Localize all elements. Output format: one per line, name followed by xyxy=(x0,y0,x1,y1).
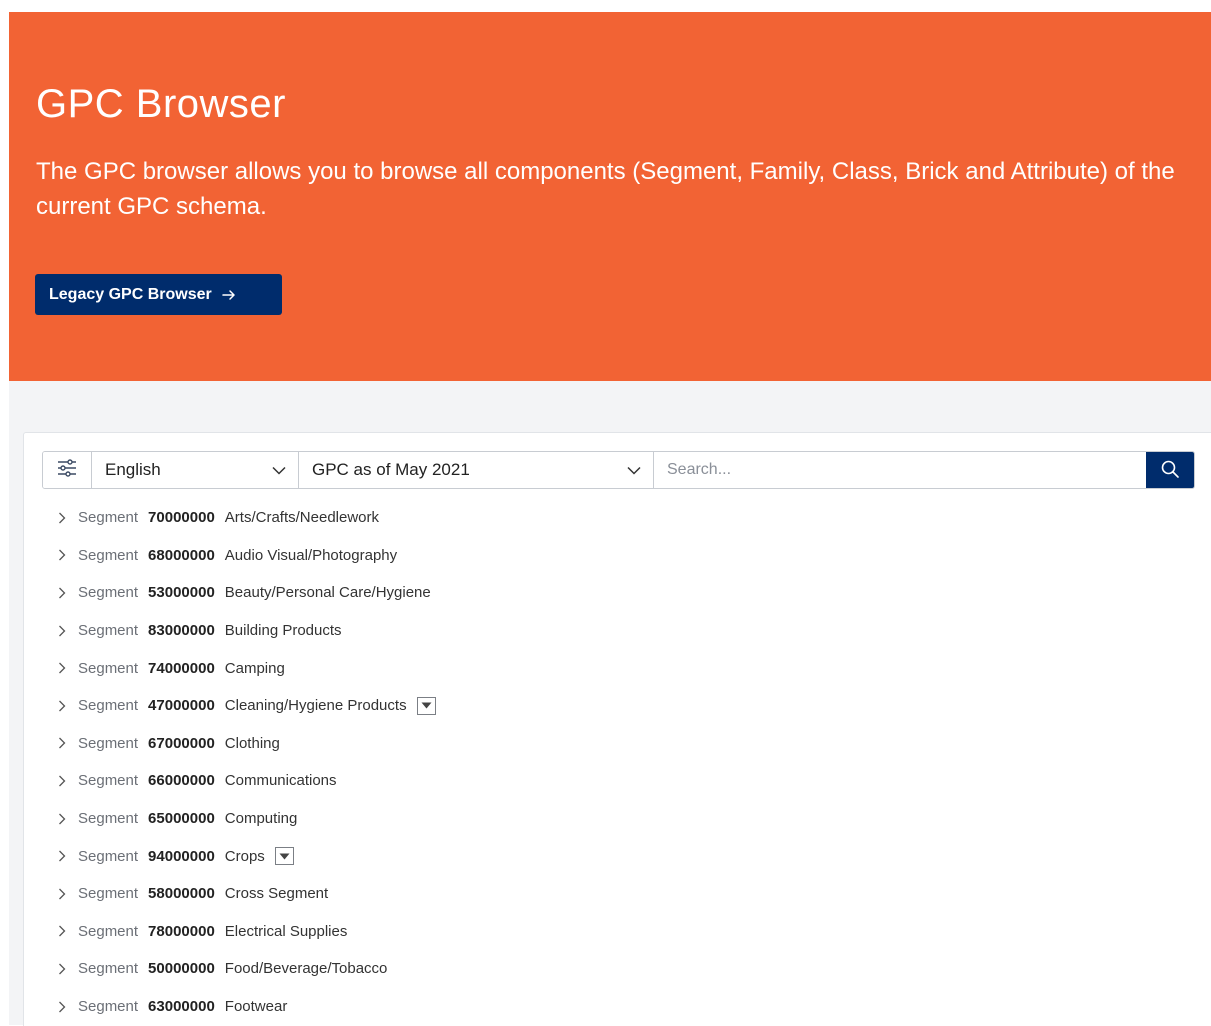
dropdown-toggle-icon[interactable] xyxy=(416,696,436,715)
segment-code: 83000000 xyxy=(148,622,215,640)
search-icon xyxy=(1160,459,1180,482)
segment-row[interactable]: Segment 78000000 Electrical Supplies xyxy=(58,913,436,951)
filter-button[interactable] xyxy=(43,452,92,488)
segment-row[interactable]: Segment 53000000 Beauty/Personal Care/Hygi… xyxy=(58,574,436,612)
hero-banner: GPC Browser The GPC browser allows you t… xyxy=(9,12,1211,381)
arrow-right-icon xyxy=(221,289,236,301)
segment-type-label: Segment xyxy=(78,659,139,677)
segment-row[interactable]: Segment 70000000 Arts/Crafts/Needlework xyxy=(58,499,436,537)
chevron-right-icon[interactable] xyxy=(58,925,78,937)
segment-title: Cleaning/Hygiene Products xyxy=(224,697,407,715)
legacy-button-label: Legacy GPC Browser xyxy=(49,285,212,303)
segment-code: 74000000 xyxy=(148,659,215,677)
segment-title: Computing xyxy=(224,810,298,828)
segment-code: 78000000 xyxy=(148,922,215,940)
segment-type-label: Segment xyxy=(78,509,139,527)
segment-title: Camping xyxy=(224,659,285,677)
language-value: English xyxy=(105,460,161,479)
segment-code: 94000000 xyxy=(148,847,215,865)
chevron-right-icon[interactable] xyxy=(58,1001,78,1013)
segment-title: Cross Segment xyxy=(224,885,329,903)
segment-tree: Segment 70000000 Arts/Crafts/Needlework Seg… xyxy=(58,499,436,1025)
chevron-right-icon[interactable] xyxy=(58,850,78,862)
segment-title: Beauty/Personal Care/Hygiene xyxy=(224,584,431,602)
segment-row[interactable]: Segment 74000000 Camping xyxy=(58,649,436,687)
segment-type-label: Segment xyxy=(78,847,139,865)
segment-row[interactable]: Segment 66000000 Communications xyxy=(58,762,436,800)
segment-code: 67000000 xyxy=(148,734,215,752)
segment-title: Audio Visual/Photography xyxy=(224,546,398,564)
version-select[interactable]: GPC as of May 2021 xyxy=(299,452,654,488)
segment-title: Clothing xyxy=(224,734,280,752)
segment-title: Crops xyxy=(224,847,265,865)
segment-title: Food/Beverage/Tobacco xyxy=(224,960,388,978)
search-input[interactable] xyxy=(654,452,1146,488)
chevron-right-icon[interactable] xyxy=(58,775,78,787)
segment-code: 53000000 xyxy=(148,584,215,602)
chevron-right-icon[interactable] xyxy=(58,587,78,599)
page-title: GPC Browser xyxy=(36,82,286,126)
segment-title: Building Products xyxy=(224,622,342,640)
segment-type-label: Segment xyxy=(78,998,139,1016)
browser-panel: English GPC as of May 2021 Segment 700000… xyxy=(23,432,1211,1026)
chevron-down-icon xyxy=(272,460,286,480)
chevron-right-icon[interactable] xyxy=(58,512,78,524)
segment-type-label: Segment xyxy=(78,960,139,978)
chevron-right-icon[interactable] xyxy=(58,700,78,712)
chevron-right-icon[interactable] xyxy=(58,737,78,749)
search-button[interactable] xyxy=(1146,452,1194,488)
segment-code: 50000000 xyxy=(148,960,215,978)
segment-code: 47000000 xyxy=(148,697,215,715)
segment-code: 63000000 xyxy=(148,998,215,1016)
chevron-right-icon[interactable] xyxy=(58,963,78,975)
segment-row[interactable]: Segment 68000000 Audio Visual/Photography xyxy=(58,537,436,575)
segment-row[interactable]: Segment 63000000 Footwear xyxy=(58,988,436,1026)
filter-settings-icon xyxy=(56,458,78,483)
segment-title: Arts/Crafts/Needlework xyxy=(224,509,380,527)
chevron-down-icon xyxy=(627,460,641,480)
segment-code: 58000000 xyxy=(148,885,215,903)
language-select[interactable]: English xyxy=(92,452,299,488)
browser-toolbar: English GPC as of May 2021 xyxy=(42,451,1195,489)
segment-row[interactable]: Segment 67000000 Clothing xyxy=(58,725,436,763)
segment-row[interactable]: Segment 50000000 Food/Beverage/Tobacco xyxy=(58,950,436,988)
segment-type-label: Segment xyxy=(78,772,139,790)
segment-row[interactable]: Segment 94000000 Crops xyxy=(58,837,436,875)
segment-code: 70000000 xyxy=(148,509,215,527)
segment-row[interactable]: Segment 58000000 Cross Segment xyxy=(58,875,436,913)
version-value: GPC as of May 2021 xyxy=(312,460,470,479)
chevron-right-icon[interactable] xyxy=(58,888,78,900)
segment-code: 66000000 xyxy=(148,772,215,790)
page-description: The GPC browser allows you to browse all… xyxy=(36,158,1175,220)
segment-type-label: Segment xyxy=(78,697,139,715)
segment-type-label: Segment xyxy=(78,734,139,752)
segment-type-label: Segment xyxy=(78,584,139,602)
segment-type-label: Segment xyxy=(78,622,139,640)
chevron-right-icon[interactable] xyxy=(58,813,78,825)
segment-code: 68000000 xyxy=(148,546,215,564)
segment-row[interactable]: Segment 47000000 Cleaning/Hygiene Products xyxy=(58,687,436,725)
chevron-right-icon[interactable] xyxy=(58,662,78,674)
chevron-right-icon[interactable] xyxy=(58,549,78,561)
segment-code: 65000000 xyxy=(148,810,215,828)
legacy-gpc-browser-button[interactable]: Legacy GPC Browser xyxy=(35,274,282,315)
segment-title: Communications xyxy=(224,772,337,790)
chevron-right-icon[interactable] xyxy=(58,625,78,637)
segment-type-label: Segment xyxy=(78,810,139,828)
segment-type-label: Segment xyxy=(78,885,139,903)
segment-type-label: Segment xyxy=(78,546,139,564)
segment-title: Electrical Supplies xyxy=(224,922,348,940)
segment-row[interactable]: Segment 83000000 Building Products xyxy=(58,612,436,650)
dropdown-toggle-icon[interactable] xyxy=(274,847,294,866)
segment-type-label: Segment xyxy=(78,922,139,940)
segment-title: Footwear xyxy=(224,998,288,1016)
segment-row[interactable]: Segment 65000000 Computing xyxy=(58,800,436,838)
